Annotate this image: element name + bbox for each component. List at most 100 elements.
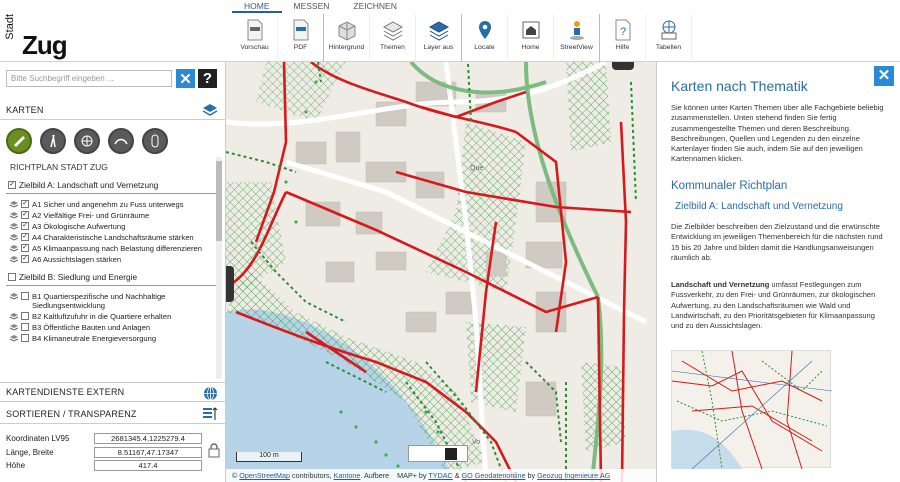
karten-header[interactable]: KARTEN (0, 100, 226, 120)
layer-checkbox[interactable]: ✓ (21, 255, 29, 263)
layer-item[interactable]: ✓ A6 Aussichtslagen stärken (6, 255, 216, 264)
tab-home[interactable]: HOME (232, 0, 282, 13)
layer-label: A3 Ökologische Aufwertung (32, 222, 126, 231)
map-canvas[interactable]: Que Vo (226, 62, 656, 482)
vorschau-label: Vorschau (240, 44, 269, 51)
layer-stack-icon (9, 223, 19, 230)
tab-messen[interactable]: MESSEN (282, 0, 342, 13)
clear-search-button[interactable]: ✕ (176, 69, 195, 88)
theme-plan-icon[interactable] (142, 128, 168, 154)
hintergrund-label: Hintergrund (328, 44, 365, 51)
toolbar: Vorschau PDF Hintergrund Themen Layer au… (232, 14, 692, 62)
tree-scrollbar[interactable] (216, 157, 222, 379)
layer-aus-label: Layer aus (423, 44, 454, 51)
layer-aus-button[interactable]: Layer aus (416, 14, 462, 62)
sortieren-header[interactable]: SORTIEREN / TRANSPARENZ (0, 404, 226, 424)
theme-richtplan-icon[interactable] (6, 128, 32, 154)
info-heading[interactable]: Kommunaler Richtplan (671, 180, 787, 192)
themen-button[interactable]: Themen (370, 14, 416, 62)
transparency-slider[interactable] (408, 445, 468, 462)
map-graphic: Que Vo (226, 62, 656, 482)
left-panel-toggle[interactable] (226, 266, 234, 302)
tabellen-label: Tabellen (655, 44, 682, 51)
layer-label: A4 Charakteristische Landschaftsräume st… (32, 233, 194, 242)
lonlat-label: Länge, Breite (6, 448, 54, 457)
group-a[interactable]: ✓ Zielbild A: Landschaft und Vernetzung (6, 178, 216, 194)
layer-item[interactable]: ✓ A1 Sicher und angenehm zu Fuss unterweg… (6, 200, 216, 209)
layer-checkbox[interactable]: ✓ (21, 244, 29, 252)
theme-road-icon[interactable] (40, 128, 66, 154)
layer-item[interactable]: ✓ A3 Ökologische Aufwertung (6, 222, 216, 231)
info-subheading[interactable]: Zielbild A: Landschaft und Vernetzung (675, 201, 843, 212)
kantone-link[interactable]: Kantone (334, 471, 361, 480)
layer-stack-icon (9, 212, 19, 219)
home-label: Home (521, 44, 540, 51)
theme-globe-icon[interactable] (74, 128, 100, 154)
layer-label: B4 Klimaneutrale Energieversorgung (32, 334, 157, 343)
pdf-button[interactable]: PDF (278, 14, 324, 62)
home-button[interactable]: Home (508, 14, 554, 62)
layer-item[interactable]: B1 Quartierspezifische und Nachhaltige S… (6, 292, 216, 310)
hilfe-button[interactable]: ? Hilfe (600, 14, 646, 62)
layer-label: B2 Kaltluftzufuhr in die Quartiere erhal… (32, 312, 172, 321)
theme-bridge-icon[interactable] (108, 128, 134, 154)
attr-map: MAP+ by (397, 471, 429, 480)
layer-checkbox[interactable]: ✓ (21, 233, 29, 241)
height-label: Höhe (6, 461, 26, 470)
geozug-link[interactable]: Geozug Ingenieure AG (537, 471, 610, 480)
layer-checkbox[interactable]: ✓ (21, 200, 29, 208)
layer-item[interactable]: ✓ A5 Klimaanpassung nach Belastung differ… (6, 244, 216, 253)
osm-link[interactable]: OpenStreetMap (239, 471, 290, 480)
geodaten-link[interactable]: GO Geodatenonline (462, 471, 526, 480)
layer-checkbox[interactable] (21, 334, 29, 342)
layer-checkbox[interactable]: ✓ (21, 211, 29, 219)
layer-checkbox[interactable] (21, 312, 29, 320)
locate-button[interactable]: Locate (462, 14, 508, 62)
info-intro: Sie können unter Karten Themen über alle… (671, 103, 884, 164)
sortieren-title: SORTIEREN / TRANSPARENZ (6, 408, 137, 419)
height-value: 417.4 (94, 460, 202, 471)
top-panel-toggle[interactable] (612, 62, 634, 70)
layers-off-icon (428, 21, 449, 41)
layer-label: A6 Aussichtslagen stärken (32, 255, 122, 264)
streetview-icon (569, 21, 584, 40)
tab-zeichnen[interactable]: ZEICHNEN (341, 0, 408, 13)
tabellen-button[interactable]: Tabellen (646, 14, 692, 62)
lock-icon[interactable] (208, 443, 220, 458)
info-close-button[interactable]: ✕ (874, 66, 894, 86)
group-b[interactable]: Zielbild B: Siedlung und Energie (6, 270, 216, 286)
lv95-value: 2681345.4,1225279.4 (94, 433, 202, 444)
question-icon: ? (202, 70, 213, 87)
group-b-checkbox[interactable] (8, 273, 16, 281)
streetview-button[interactable]: StreetView (554, 14, 600, 62)
attr-by: by (525, 471, 538, 480)
layer-stack-icon (9, 201, 19, 208)
kartendienste-title: KARTENDIENSTE EXTERN (6, 387, 125, 397)
layer-label: A1 Sicher und angenehm zu Fuss unterwegs (32, 200, 184, 209)
scale-bar: 100 m (236, 452, 302, 462)
layer-checkbox[interactable]: ✓ (21, 222, 29, 230)
hintergrund-button[interactable]: Hintergrund (324, 14, 370, 62)
layer-checkbox[interactable] (21, 292, 29, 300)
zielbild-thumbnail[interactable] (671, 350, 833, 470)
themen-label: Themen (380, 44, 405, 51)
slider-handle[interactable] (445, 448, 457, 460)
group-a-checkbox[interactable]: ✓ (8, 181, 16, 189)
layer-item[interactable]: ✓ A4 Charakteristische Landschaftsräume s… (6, 233, 216, 242)
home-icon (522, 21, 539, 39)
info-p2-bold: Landschaft und Vernetzung (671, 280, 770, 289)
search-help-button[interactable]: ? (198, 69, 217, 88)
layer-item[interactable]: ✓ A2 Vielfältige Frei- und Grünräume (6, 211, 216, 220)
layer-stack-icon (9, 293, 19, 300)
tydac-link[interactable]: TYDAC (428, 471, 452, 480)
layer-checkbox[interactable] (21, 323, 29, 331)
layer-item[interactable]: B4 Klimaneutrale Energieversorgung (6, 334, 216, 343)
karten-title: KARTEN (6, 104, 44, 115)
locate-pin-icon (478, 21, 491, 39)
layer-item[interactable]: B3 Öffentliche Bauten und Anlagen (6, 323, 216, 332)
vorschau-button[interactable]: Vorschau (232, 14, 278, 62)
layer-item[interactable]: B2 Kaltluftzufuhr in die Quartiere erhal… (6, 312, 216, 321)
layer-stack-icon (9, 313, 19, 320)
search-input[interactable] (6, 70, 172, 87)
kartendienste-header[interactable]: KARTENDIENSTE EXTERN (0, 382, 226, 402)
